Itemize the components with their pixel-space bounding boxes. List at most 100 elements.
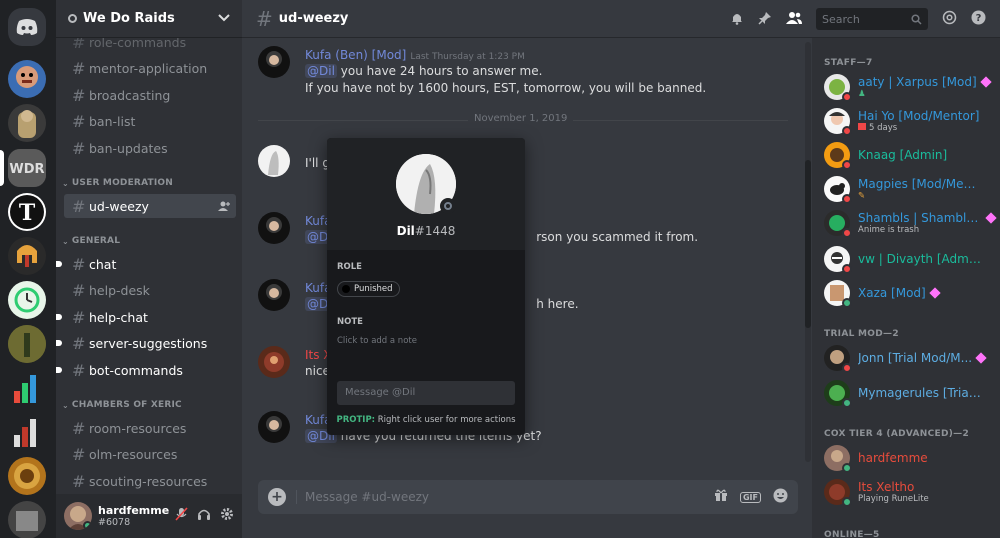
date-divider: November 1, 2019 bbox=[258, 113, 788, 124]
message-composer[interactable]: + Message #ud-weezy GIF bbox=[258, 480, 798, 514]
protip: PROTIP: Right click user for more action… bbox=[327, 415, 525, 425]
member-item[interactable]: Knaag [Admin] bbox=[824, 140, 994, 170]
message-author[interactable]: Kufa (Ben) [Mod] bbox=[305, 48, 406, 62]
members-icon[interactable] bbox=[786, 10, 802, 29]
emoji-icon[interactable] bbox=[773, 488, 788, 507]
avatar bbox=[824, 176, 852, 204]
channel-label: bot-commands bbox=[89, 362, 183, 378]
member-status-text: Anime is trash bbox=[858, 225, 920, 235]
server-icon-1[interactable] bbox=[8, 60, 46, 98]
server-header[interactable]: We Do Raids bbox=[56, 0, 242, 38]
channel-label: scouting-resources bbox=[89, 473, 208, 489]
bell-icon[interactable] bbox=[730, 10, 744, 29]
gift-icon[interactable] bbox=[714, 488, 728, 506]
channel-bot-commands[interactable]: # bot-commands bbox=[56, 358, 236, 382]
upload-plus-icon[interactable]: + bbox=[268, 488, 286, 506]
nitro-boost-icon bbox=[980, 76, 992, 88]
avatar[interactable] bbox=[64, 502, 92, 530]
channel-label: mentor-application bbox=[89, 60, 208, 76]
scrollbar[interactable] bbox=[805, 42, 811, 462]
category-general[interactable]: ⌄ GENERAL bbox=[62, 236, 120, 246]
server-icon-we-do-raids[interactable]: WDR bbox=[8, 149, 46, 187]
channel-label: ud-weezy bbox=[89, 198, 149, 214]
avatar[interactable] bbox=[258, 212, 290, 244]
server-badge-icon bbox=[68, 14, 77, 23]
add-member-icon[interactable] bbox=[218, 199, 230, 214]
channel-broadcasting[interactable]: # broadcasting bbox=[64, 83, 236, 107]
pin-icon[interactable] bbox=[758, 10, 772, 29]
online-status-icon bbox=[842, 398, 852, 408]
member-item[interactable]: Its Xeltho Playing RuneLite bbox=[824, 477, 994, 507]
channel-olm-resources[interactable]: # olm-resources bbox=[64, 442, 236, 466]
member-item[interactable]: hardfemme bbox=[824, 443, 994, 473]
mentions-icon[interactable] bbox=[942, 10, 957, 29]
message-input[interactable]: Message #ud-weezy bbox=[296, 490, 714, 504]
bar-chart-icon bbox=[14, 375, 36, 403]
server-icon-7[interactable] bbox=[8, 325, 46, 363]
server-icon-5[interactable] bbox=[8, 237, 46, 275]
message-content: rson you scammed it from. bbox=[536, 230, 699, 244]
scrollbar-thumb[interactable] bbox=[805, 160, 811, 328]
note-input[interactable]: Click to add a note bbox=[337, 336, 417, 346]
settings-gear-icon[interactable] bbox=[220, 507, 234, 525]
server-icon-4[interactable]: T bbox=[8, 193, 46, 231]
channel-sidebar: We Do Raids # role-commands # mentor-appli… bbox=[56, 0, 242, 538]
channel-room-resources[interactable]: # room-resources bbox=[64, 416, 236, 440]
channel-help-desk[interactable]: # help-desk bbox=[64, 278, 236, 302]
avatar bbox=[824, 280, 852, 308]
avatar[interactable] bbox=[258, 279, 290, 311]
channel-scouting-resources[interactable]: # scouting-resources bbox=[64, 469, 236, 493]
member-list: STAFF—7 aaty | Xarpus [Mod] ♟ Hai Yo [Mo… bbox=[812, 38, 1000, 538]
member-item[interactable]: Magpies [Mod/Ment... ✎ bbox=[824, 174, 994, 204]
gif-icon[interactable]: GIF bbox=[739, 491, 761, 503]
channel-ban-list[interactable]: # ban-list bbox=[64, 109, 236, 133]
headphones-icon[interactable] bbox=[197, 507, 211, 525]
help-icon[interactable]: ? bbox=[971, 10, 986, 29]
channel-mentor-application[interactable]: # mentor-application bbox=[64, 56, 236, 80]
search-placeholder: Search bbox=[822, 12, 860, 26]
member-item[interactable]: Mymagerules [Trial M... bbox=[824, 378, 994, 408]
channel-role-commands[interactable]: # role-commands bbox=[64, 38, 236, 54]
message-text-line2: If you have not by 1600 hours, EST, tomo… bbox=[305, 81, 707, 95]
clock-icon bbox=[14, 287, 40, 313]
channel-help-chat[interactable]: # help-chat bbox=[56, 305, 236, 329]
member-item[interactable]: Hai Yo [Mod/Mentor] 5 days bbox=[824, 106, 994, 136]
avatar[interactable] bbox=[258, 346, 290, 378]
popout-header: Dil#1448 bbox=[327, 138, 525, 250]
channel-label: help-desk bbox=[89, 282, 150, 298]
server-icon-10[interactable] bbox=[8, 457, 46, 495]
server-icon-8[interactable] bbox=[8, 369, 46, 407]
home-button[interactable] bbox=[8, 8, 46, 46]
user-tag: #6078 bbox=[98, 517, 131, 528]
role-badge[interactable]: Punished bbox=[337, 281, 400, 297]
member-item[interactable]: vw | Divayth [Admin] bbox=[824, 244, 994, 274]
direct-message-input[interactable]: Message @Dil bbox=[337, 381, 515, 405]
message[interactable]: Kufa (Ben) [Mod] Last Thursday at 1:23 PM… bbox=[258, 44, 798, 97]
avatar bbox=[824, 380, 852, 408]
member-item[interactable]: aaty | Xarpus [Mod] ♟ bbox=[824, 72, 994, 102]
user-mention[interactable]: @Dil bbox=[305, 64, 337, 78]
search-icon bbox=[911, 13, 922, 25]
channel-chat[interactable]: # chat bbox=[56, 252, 236, 276]
chevron-down-icon[interactable] bbox=[218, 12, 230, 25]
avatar[interactable] bbox=[258, 411, 290, 443]
avatar[interactable] bbox=[258, 145, 290, 177]
server-icon-11[interactable] bbox=[8, 501, 46, 538]
member-item[interactable]: Xaza [Mod] bbox=[824, 278, 994, 308]
server-icon-6[interactable] bbox=[8, 281, 46, 319]
avatar bbox=[824, 445, 852, 473]
member-name: aaty | Xarpus [Mod] bbox=[858, 75, 977, 89]
user-panel: hardfemme #6078 bbox=[56, 494, 242, 538]
category-chambers-of-xeric[interactable]: ⌄ CHAMBERS OF XERIC bbox=[62, 400, 182, 410]
mute-mic-icon[interactable] bbox=[175, 507, 188, 525]
server-icon-2[interactable] bbox=[8, 104, 46, 142]
member-item[interactable]: Jonn [Trial Mod/M... bbox=[824, 343, 994, 373]
channel-ud-weezy[interactable]: # ud-weezy bbox=[64, 194, 236, 218]
avatar[interactable] bbox=[258, 46, 290, 78]
server-icon-9[interactable] bbox=[8, 413, 46, 451]
channel-ban-updates[interactable]: # ban-updates bbox=[64, 136, 236, 160]
category-user-moderation[interactable]: ⌄ USER MODERATION bbox=[62, 178, 173, 188]
member-item[interactable]: Shambls | Shamblet ... Anime is trash bbox=[824, 208, 997, 238]
search-input[interactable]: Search bbox=[816, 8, 928, 30]
channel-server-suggestions[interactable]: # server-suggestions bbox=[56, 331, 236, 355]
